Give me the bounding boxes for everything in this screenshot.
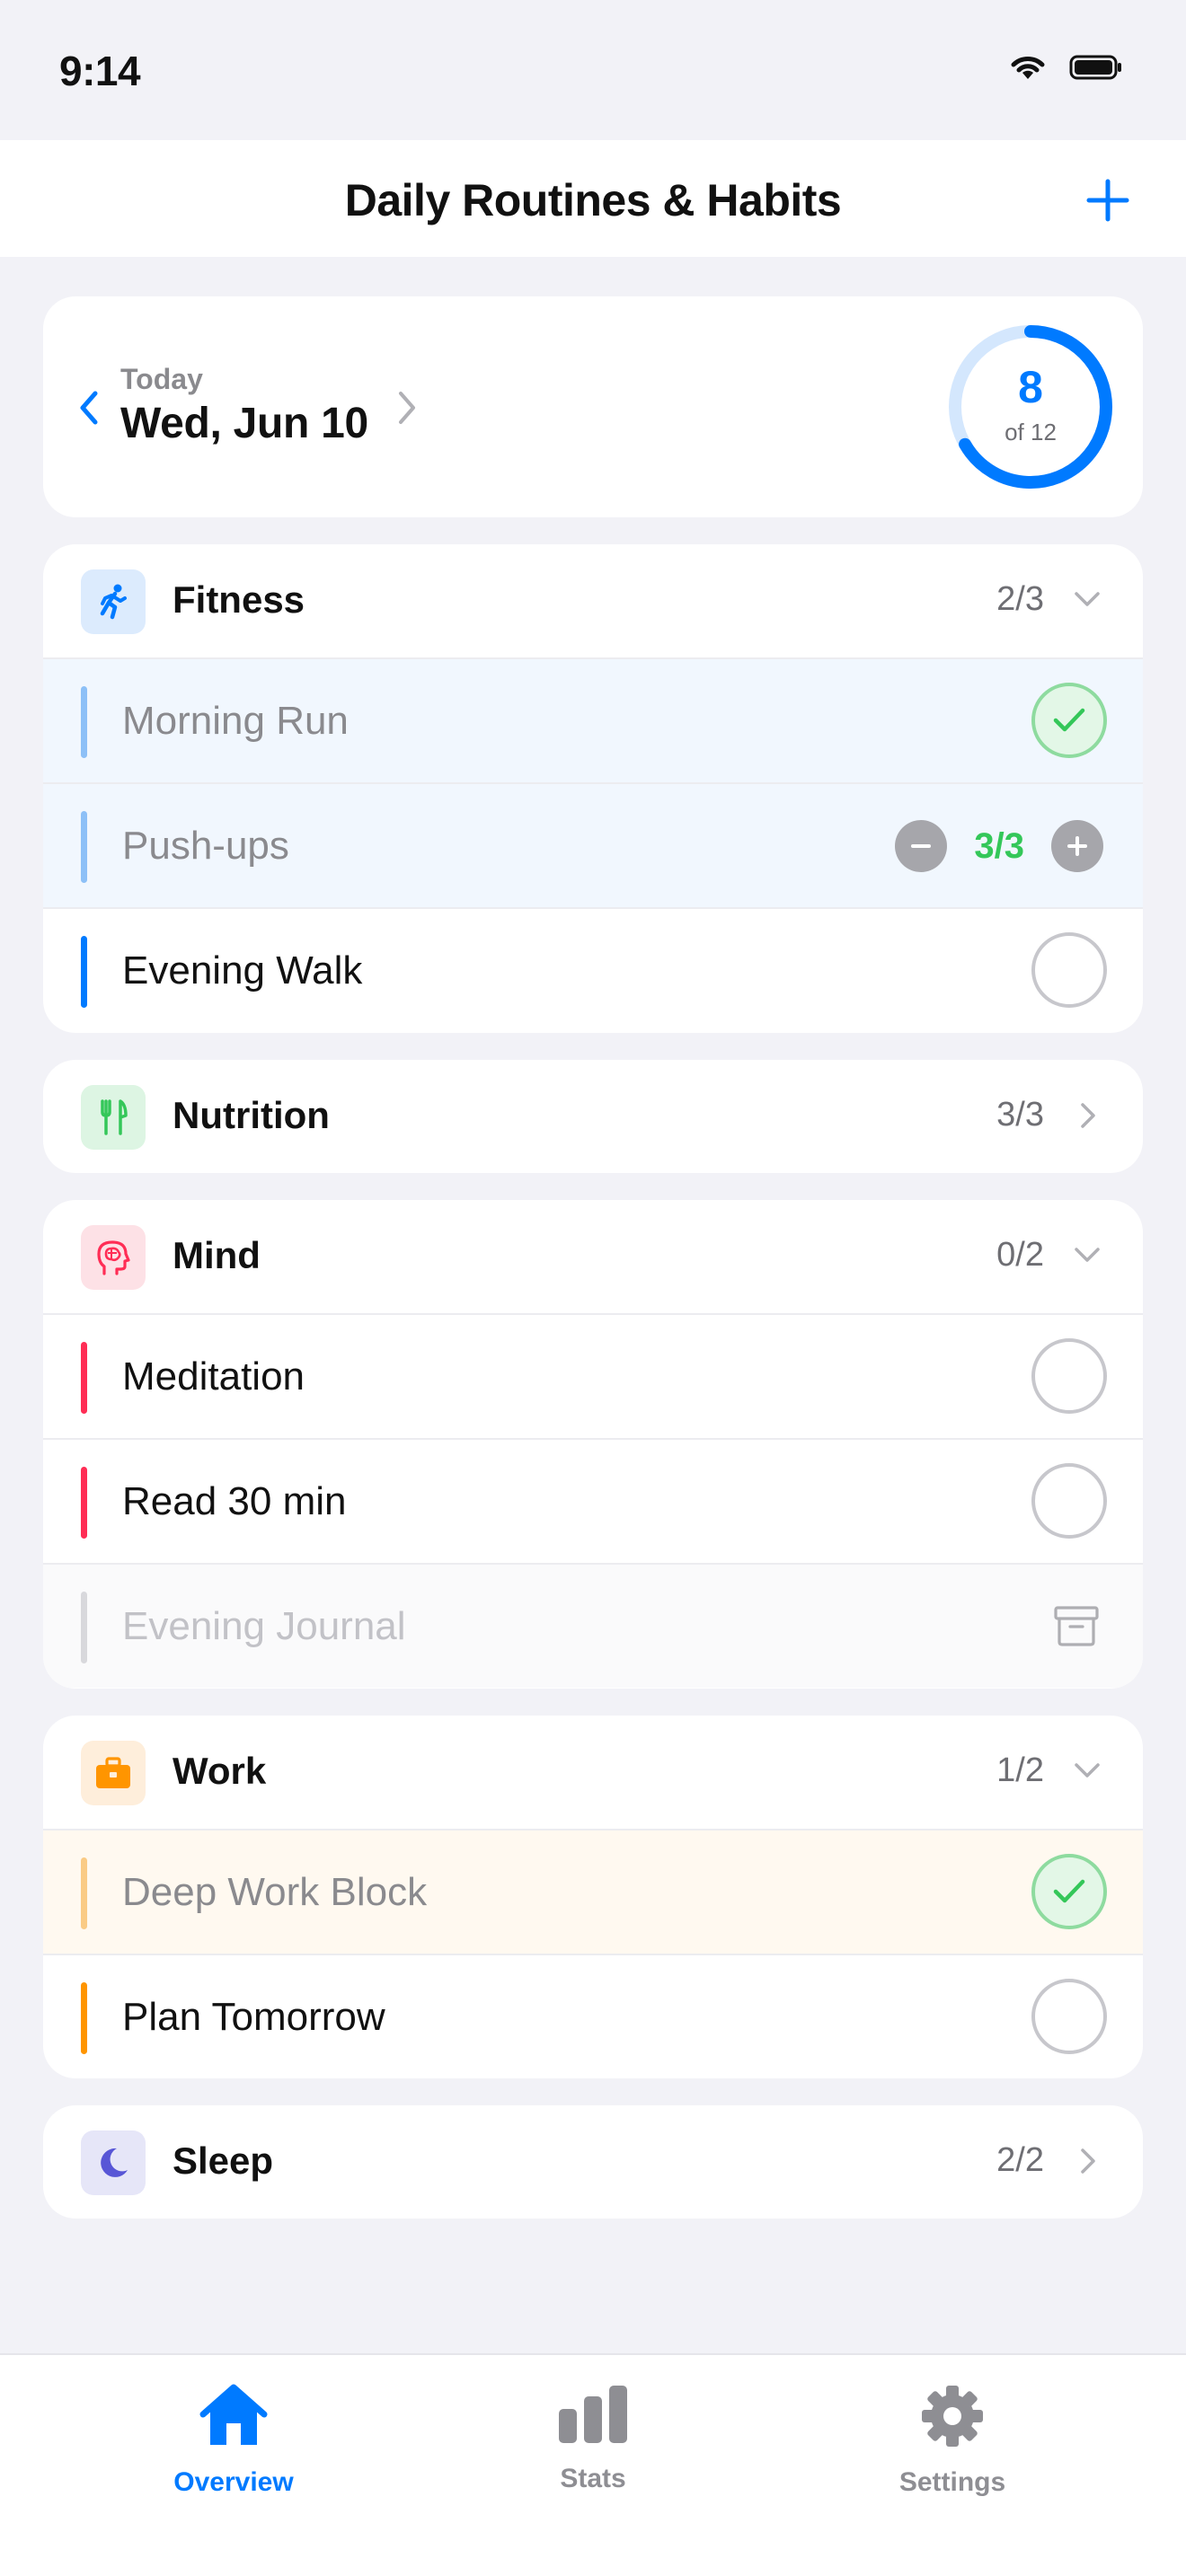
habit-label: Morning Run (122, 699, 349, 743)
habit-label: Meditation (122, 1354, 305, 1398)
stepper-value: 3/3 (974, 825, 1024, 866)
chevron-right-icon[interactable] (1078, 1101, 1098, 1130)
habit-check-button[interactable] (1031, 683, 1107, 758)
plus-icon (1067, 836, 1087, 856)
progress-total: of 12 (1005, 419, 1057, 446)
category-name: Sleep (173, 2139, 274, 2182)
briefcase-icon (81, 1741, 146, 1805)
tab-stats[interactable]: Stats (458, 2382, 728, 2494)
page-title: Daily Routines & Habits (344, 175, 842, 225)
habit-color-bar (81, 686, 87, 758)
habit-check-button[interactable] (1031, 932, 1107, 1008)
decrement-button[interactable] (895, 820, 948, 872)
category-count: 2/3 (996, 580, 1044, 618)
category-count: 2/2 (996, 2141, 1044, 2179)
quantity-stepper: 3/3 (895, 820, 1103, 872)
chevron-down-icon[interactable] (1073, 589, 1102, 609)
chevron-down-icon[interactable] (1073, 1245, 1102, 1265)
habit-label: Push-ups (122, 824, 289, 868)
habit-color-bar (81, 1467, 87, 1539)
habit-color-bar (81, 1592, 87, 1663)
habit-row[interactable]: Morning Run (43, 657, 1143, 782)
date-card: Today Wed, Jun 10 8 of 12 (43, 296, 1143, 517)
category-name: Work (173, 1750, 267, 1792)
tab-overview[interactable]: Overview (99, 2382, 368, 2498)
habit-check-button[interactable] (1031, 1854, 1107, 1929)
house-icon (199, 2384, 268, 2445)
category-header-sleep[interactable]: Sleep 2/2 (43, 2105, 1143, 2219)
habit-color-bar (81, 1342, 87, 1414)
habit-label: Deep Work Block (122, 1870, 428, 1914)
increment-button[interactable] (1051, 820, 1103, 872)
wifi-icon (1011, 57, 1045, 79)
habit-label: Evening Walk (122, 948, 363, 992)
category-name: Nutrition (173, 1094, 330, 1136)
category-card-fitness: Fitness 2/3 Morning Run Push-ups 3/3 Eve… (43, 544, 1143, 1033)
category-header-mind[interactable]: Mind 0/2 (43, 1200, 1143, 1313)
category-count: 3/3 (996, 1096, 1044, 1134)
chevron-right-icon[interactable] (1078, 2147, 1098, 2175)
category-count: 1/2 (996, 1751, 1044, 1789)
habit-color-bar (81, 1982, 87, 2054)
moon-icon (81, 2130, 146, 2195)
habit-row[interactable]: Evening Walk (43, 907, 1143, 1032)
brain-head-icon (81, 1225, 146, 1290)
habit-label: Evening Journal (122, 1604, 406, 1648)
category-card-work: Work 1/2 Deep Work Block Plan Tomorrow (43, 1716, 1143, 2078)
category-name: Fitness (173, 578, 305, 621)
battery-icon (1069, 55, 1121, 80)
chevron-right-icon[interactable] (395, 390, 420, 426)
date-relative-label: Today (120, 363, 203, 395)
tab-label: Overview (173, 2467, 294, 2497)
category-card-sleep: Sleep 2/2 (43, 2105, 1143, 2219)
tab-settings[interactable]: Settings (818, 2382, 1087, 2498)
tab-label: Settings (898, 2467, 1006, 2497)
checkmark-icon (1053, 708, 1085, 732)
minus-icon (911, 844, 932, 848)
habit-color-bar (81, 936, 87, 1008)
gear-icon (922, 2386, 983, 2447)
habit-label: Read 30 min (122, 1479, 347, 1523)
habit-check-button[interactable] (1031, 1979, 1107, 2054)
habit-row: Push-ups 3/3 (43, 782, 1143, 907)
habit-color-bar (81, 1857, 87, 1929)
chevron-left-icon[interactable] (75, 390, 101, 426)
habit-check-button[interactable] (1031, 1338, 1107, 1414)
category-name: Mind (173, 1234, 261, 1276)
habit-row[interactable]: Read 30 min (43, 1438, 1143, 1563)
tab-label: Stats (560, 2464, 626, 2493)
checkmark-icon (1053, 1879, 1085, 1903)
bar-chart-icon (559, 2386, 627, 2443)
category-header-fitness[interactable]: Fitness 2/3 (43, 544, 1143, 657)
archive-box-icon[interactable] (1051, 1601, 1102, 1651)
category-card-nutrition: Nutrition 3/3 (43, 1060, 1143, 1173)
habit-color-bar (81, 811, 87, 883)
habit-row[interactable]: Plan Tomorrow (43, 1954, 1143, 2078)
habit-row[interactable]: Deep Work Block (43, 1829, 1143, 1954)
habit-check-button[interactable] (1031, 1463, 1107, 1539)
date-label: Wed, Jun 10 (120, 400, 368, 447)
add-icon[interactable] (1085, 178, 1130, 223)
habit-label: Plan Tomorrow (122, 1995, 385, 2039)
chevron-down-icon[interactable] (1073, 1760, 1102, 1780)
status-icons (1008, 52, 1123, 83)
habit-row-archived: Evening Journal (43, 1563, 1143, 1688)
category-count: 0/2 (996, 1236, 1044, 1274)
navigation-bar: Daily Routines & Habits (0, 140, 1186, 257)
progress-done: 8 (1018, 362, 1043, 412)
category-header-nutrition[interactable]: Nutrition 3/3 (43, 1060, 1143, 1173)
category-card-mind: Mind 0/2 Meditation Read 30 min Evening … (43, 1200, 1143, 1689)
habit-row[interactable]: Meditation (43, 1313, 1143, 1438)
fork-knife-icon (81, 1085, 146, 1150)
status-time: 9:14 (59, 48, 141, 94)
running-icon (81, 569, 146, 634)
status-bar: 9:14 (0, 0, 1186, 140)
category-header-work[interactable]: Work 1/2 (43, 1716, 1143, 1829)
tab-bar: Overview Stats Settings (0, 2353, 1186, 2576)
